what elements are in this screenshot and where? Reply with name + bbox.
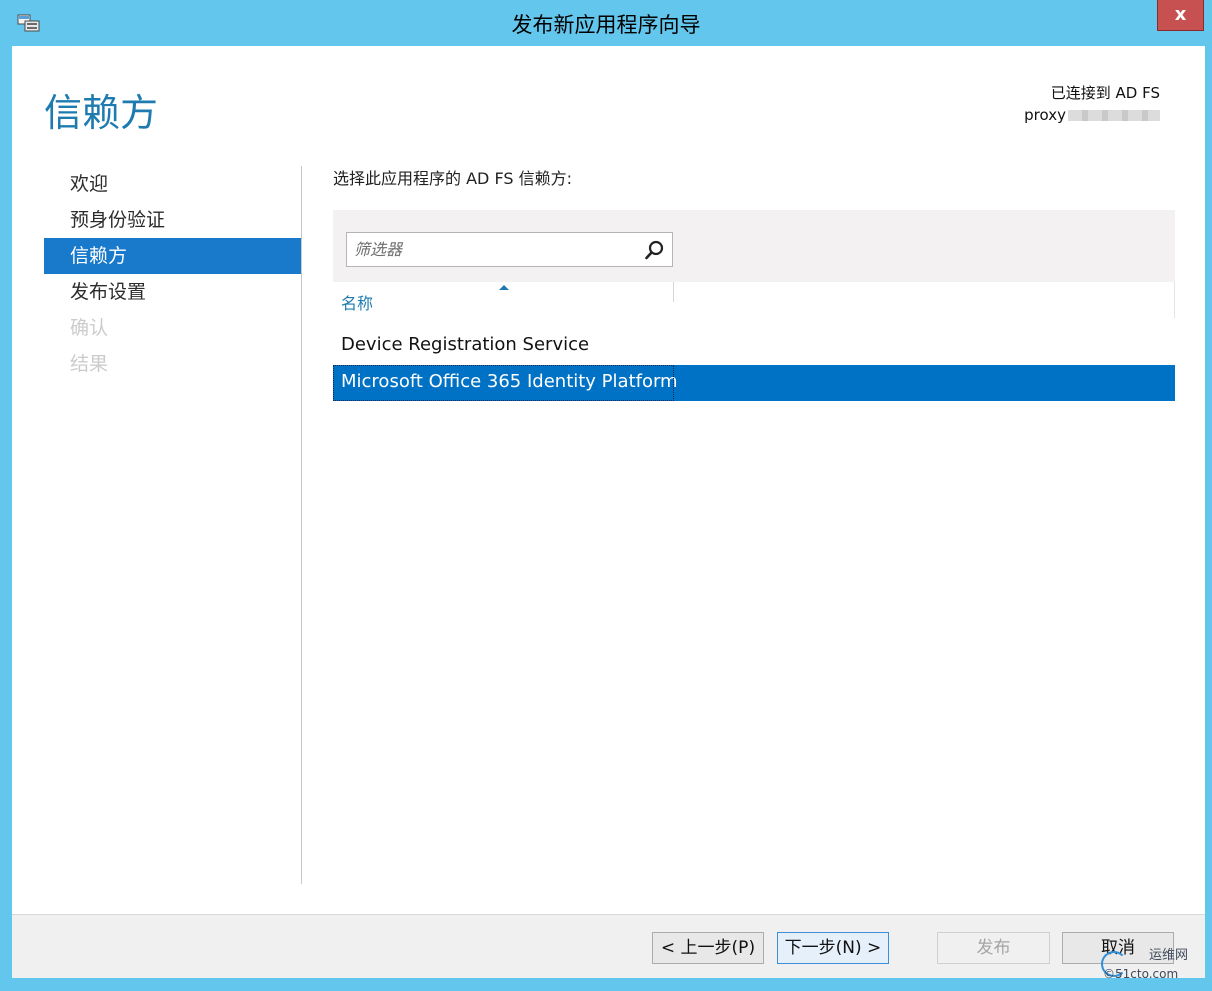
filter-strip: [333, 210, 1175, 282]
list-item-label: Microsoft Office 365 Identity Platform: [341, 371, 678, 392]
instruction-text: 选择此应用程序的 AD FS 信赖方:: [333, 169, 572, 188]
next-button[interactable]: 下一步(N) >: [777, 932, 889, 964]
wizard-client-area: 信赖方 已连接到 AD FS proxy 欢迎 预身份验证 信赖方 发布设置 确…: [12, 46, 1205, 978]
filter-input[interactable]: [347, 233, 637, 266]
redacted-server-name: [1068, 110, 1160, 121]
close-button[interactable]: x: [1157, 0, 1204, 31]
nav-step-results: 结果: [70, 353, 109, 375]
column-header-name[interactable]: 名称: [341, 290, 373, 314]
publish-button: 发布: [937, 932, 1050, 964]
wizard-footer: < 上一步(P) 下一步(N) > 发布 取消: [12, 914, 1205, 978]
search-icon[interactable]: [644, 239, 666, 261]
nav-step-preauth[interactable]: 预身份验证: [44, 202, 301, 238]
column-header-row: 名称: [333, 282, 1175, 318]
watermark-text: 运维网: [1149, 948, 1189, 963]
close-icon: x: [1174, 4, 1187, 25]
page-title: 信赖方: [44, 91, 159, 135]
nav-step-confirm: 确认: [70, 317, 109, 339]
window-title: 发布新应用程序向导: [511, 13, 701, 37]
wizard-window: 发布新应用程序向导 x 信赖方 已连接到 AD FS proxy 欢迎 预身份验…: [0, 0, 1212, 991]
list-item-label: Device Registration Service: [341, 334, 590, 355]
sort-ascending-icon: [499, 285, 509, 290]
title-bar[interactable]: 发布新应用程序向导 x: [0, 0, 1212, 46]
nav-divider: [301, 166, 302, 884]
nav-step-publish-settings[interactable]: 发布设置: [44, 274, 301, 310]
watermark-domain: ©51cto.com: [1103, 967, 1179, 981]
column-divider[interactable]: [673, 282, 674, 302]
connection-status: 已连接到 AD FS: [1050, 84, 1160, 102]
wizard-step-nav: 欢迎 预身份验证 信赖方 发布设置 确认 结果: [44, 166, 301, 382]
site-watermark: 运维网 ©51cto.com: [1097, 947, 1207, 985]
connection-server-prefix: proxy: [1024, 106, 1066, 124]
list-item-selected[interactable]: Microsoft Office 365 Identity Platform: [333, 365, 1175, 401]
connection-info: 已连接到 AD FS proxy: [1024, 82, 1160, 126]
relying-party-list: 名称 Device Registration Service Microsoft…: [333, 210, 1175, 401]
filter-box[interactable]: [346, 232, 673, 267]
nav-step-relying-party[interactable]: 信赖方: [44, 238, 301, 274]
list-item[interactable]: Device Registration Service: [333, 328, 1175, 364]
nav-step-welcome[interactable]: 欢迎: [44, 166, 301, 202]
connection-server: proxy: [1024, 104, 1160, 126]
previous-button[interactable]: < 上一步(P): [652, 932, 764, 964]
